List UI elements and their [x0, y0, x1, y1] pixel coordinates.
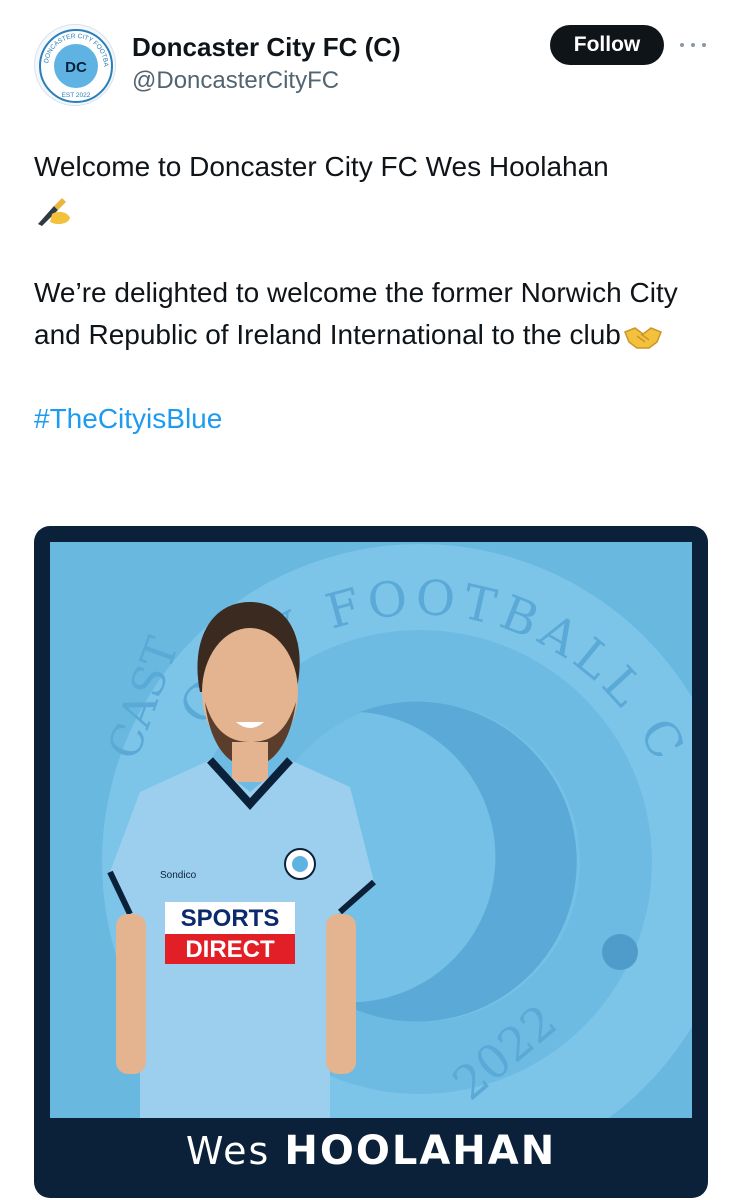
hashtag-link[interactable]: #TheCityisBlue	[34, 398, 714, 440]
handshake-icon	[623, 322, 663, 352]
player-name-caption: Wes HOOLAHAN	[34, 1118, 708, 1198]
svg-text:EST 2022: EST 2022	[62, 92, 91, 99]
sponsor-top-text: SPORTS	[181, 905, 280, 932]
caption-last-name: HOOLAHAN	[284, 1128, 557, 1174]
svg-text:DC: DC	[65, 59, 87, 76]
club-crest-logo: DC DONCASTER CITY FOOTBALL CLUB EST 2022	[35, 25, 113, 103]
writing-hand-icon	[34, 192, 74, 230]
tweet-text: Welcome to Doncaster City FC Wes Hoolaha…	[34, 146, 714, 440]
tweet-media-image[interactable]: CITY FOOTBALL CLUB CAST 2022	[34, 526, 708, 1198]
tweet-paragraph: We’re delighted to welcome the former No…	[34, 277, 678, 350]
account-avatar[interactable]: DC DONCASTER CITY FOOTBALL CLUB EST 2022	[34, 24, 116, 106]
player-photo: CITY FOOTBALL CLUB CAST 2022	[50, 542, 692, 1118]
account-name[interactable]: Doncaster City FC (C)	[132, 32, 401, 63]
tweet-header: DC DONCASTER CITY FOOTBALL CLUB EST 2022…	[34, 24, 708, 106]
kit-brand-text: Sondico	[160, 870, 197, 881]
signing-graphic: CITY FOOTBALL CLUB CAST 2022	[50, 542, 692, 1118]
account-handle[interactable]: @DoncasterCityFC	[132, 67, 339, 95]
more-options-icon[interactable]	[678, 38, 708, 52]
follow-button[interactable]: Follow	[550, 25, 664, 65]
tweet-line-welcome: Welcome to Doncaster City FC Wes Hoolaha…	[34, 151, 609, 182]
caption-first-name: Wes	[185, 1129, 271, 1173]
sponsor-bottom-text: DIRECT	[185, 936, 275, 963]
